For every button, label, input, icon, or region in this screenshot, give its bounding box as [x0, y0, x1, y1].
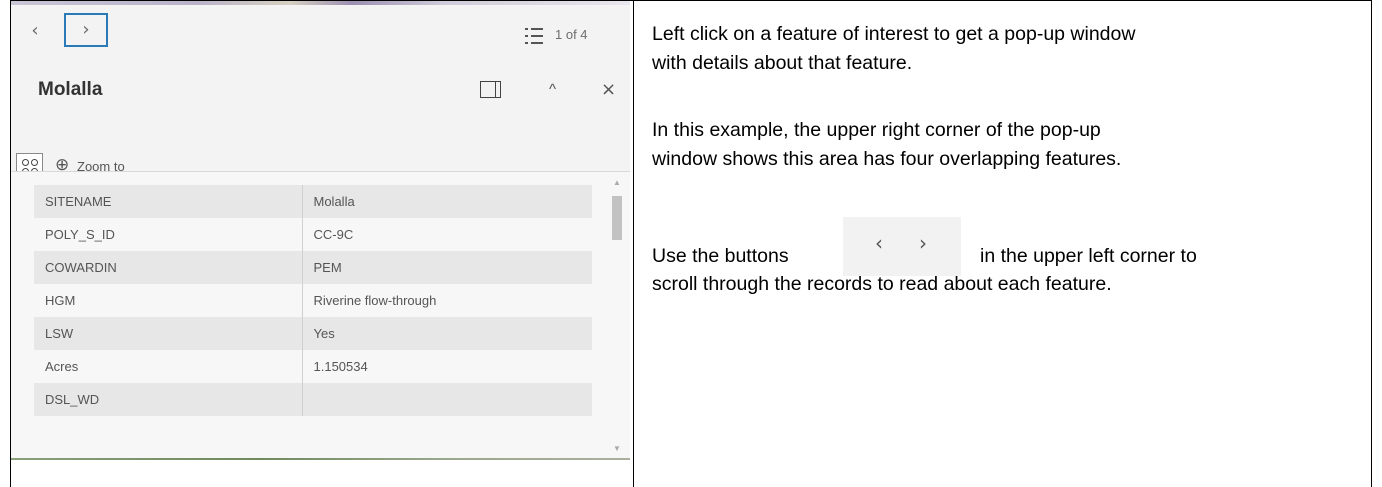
attribute-value: Riverine flow-through [302, 284, 592, 317]
chevron-right-icon: › [82, 19, 90, 40]
collapse-icon[interactable]: ^ [549, 81, 556, 98]
feature-count: 1 of 4 [555, 27, 588, 42]
table-row: SITENAME Molalla [34, 185, 592, 218]
table-row: COWARDIN PEM [34, 251, 592, 284]
attribute-key: Acres [34, 350, 303, 383]
attribute-key: COWARDIN [34, 251, 303, 284]
popup-title: Molalla [38, 79, 103, 100]
vertical-scrollbar[interactable]: ▲ ▼ [607, 172, 627, 460]
inline-nav-buttons-image: ‹ › [843, 217, 961, 276]
table-border-middle [633, 0, 634, 487]
attribute-table: SITENAME Molalla POLY_S_ID CC-9C COWARDI… [34, 185, 592, 416]
attribute-value: PEM [302, 251, 592, 284]
instruction-line: Use the buttons [652, 245, 789, 267]
table-border-right [1371, 0, 1372, 487]
chevron-left-icon: ‹ [875, 231, 883, 255]
chevron-left-icon: ‹ [31, 20, 39, 41]
table-row: HGM Riverine flow-through [34, 284, 592, 317]
table-row: DSL_WD [34, 383, 592, 416]
attribute-value [302, 383, 592, 416]
instruction-line: window shows this area has four overlapp… [652, 148, 1122, 170]
instruction-line: In this example, the upper right corner … [652, 119, 1101, 141]
attribute-key: DSL_WD [34, 383, 303, 416]
attribute-key: SITENAME [34, 185, 303, 218]
close-icon[interactable]: × [601, 79, 616, 100]
table-row: LSW Yes [34, 317, 592, 350]
attribute-panel: SITENAME Molalla POLY_S_ID CC-9C COWARDI… [11, 172, 630, 460]
scroll-thumb[interactable] [612, 196, 622, 240]
dock-icon[interactable] [480, 81, 501, 98]
attribute-value: Yes [302, 317, 592, 350]
table-row: POLY_S_ID CC-9C [34, 218, 592, 251]
instruction-line: Left click on a feature of interest to g… [652, 23, 1136, 45]
scroll-up-icon[interactable]: ▲ [613, 178, 621, 187]
popup-screenshot: ‹ › 1 of 4 Molalla ^ × ⊕ Zoom to SITENAM… [11, 1, 630, 460]
popup-nav-bar: ‹ › 1 of 4 [11, 5, 630, 47]
scroll-down-icon[interactable]: ▼ [613, 444, 621, 453]
chevron-right-icon: › [919, 231, 927, 255]
instruction-line: scroll through the records to read about… [652, 273, 1112, 295]
previous-feature-button[interactable]: ‹ [19, 17, 51, 47]
instruction-line: in the upper left corner to [980, 245, 1197, 267]
attribute-key: POLY_S_ID [34, 218, 303, 251]
attribute-key: LSW [34, 317, 303, 350]
next-feature-button[interactable]: › [64, 13, 108, 47]
attribute-value: Molalla [302, 185, 592, 218]
attribute-value: CC-9C [302, 218, 592, 251]
table-row: Acres 1.150534 [34, 350, 592, 383]
instruction-line: with details about that feature. [652, 52, 913, 74]
attribute-value: 1.150534 [302, 350, 592, 383]
instruction-paragraph-2: In this example, the upper right corner … [652, 116, 1121, 174]
instruction-paragraph-1: Left click on a feature of interest to g… [652, 20, 1135, 78]
map-background-strip-bottom [11, 458, 630, 460]
attribute-key: HGM [34, 284, 303, 317]
feature-list-icon[interactable] [525, 27, 545, 45]
